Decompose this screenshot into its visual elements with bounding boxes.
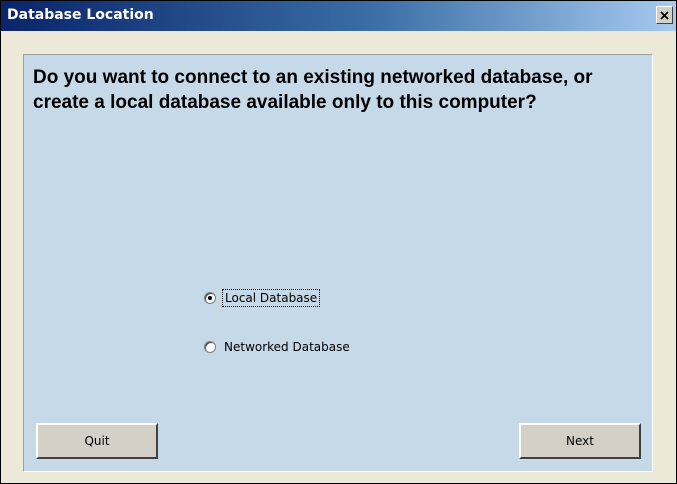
quit-button[interactable]: Quit (36, 423, 158, 459)
close-button[interactable] (656, 6, 673, 24)
networked-database-option[interactable]: Networked Database (204, 340, 350, 354)
local-database-label[interactable]: Local Database (221, 289, 321, 307)
networked-database-label[interactable]: Networked Database (224, 340, 350, 354)
question-text: Do you want to connect to an existing ne… (33, 67, 593, 113)
content-panel: Do you want to connect to an existing ne… (23, 54, 653, 472)
title-bar[interactable]: Database Location (1, 1, 676, 31)
window-title: Database Location (7, 7, 154, 23)
local-database-radio[interactable] (204, 292, 216, 304)
close-icon (660, 10, 669, 20)
database-location-dialog: Database Location Do you want to connect… (0, 0, 677, 484)
next-button[interactable]: Next (519, 423, 641, 459)
local-database-option[interactable]: Local Database (204, 289, 321, 307)
networked-database-radio[interactable] (204, 341, 216, 353)
